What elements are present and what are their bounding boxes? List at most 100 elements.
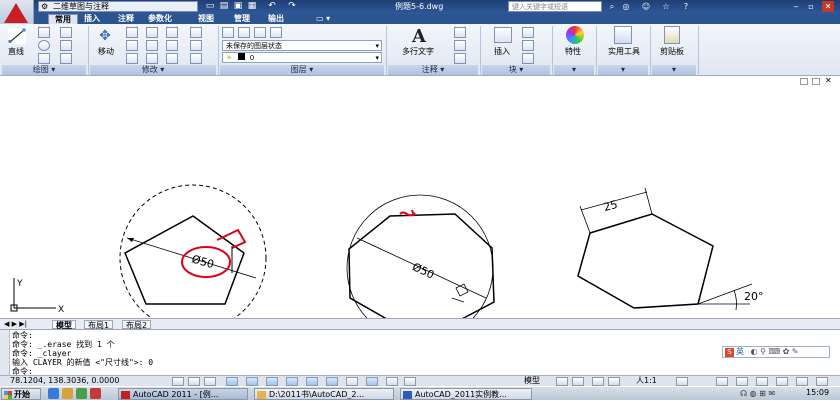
undo-icon[interactable]: ↶: [266, 1, 278, 12]
circle-icon[interactable]: [38, 40, 50, 51]
taskbar-item-folder[interactable]: D:\2011书\AutoCAD_2...: [254, 388, 394, 400]
hatch-icon[interactable]: [60, 40, 72, 51]
tab-layout1[interactable]: 布局1: [84, 320, 114, 330]
tab-manage[interactable]: 管理: [228, 14, 256, 24]
leader-icon[interactable]: [454, 40, 466, 51]
array-icon[interactable]: [166, 53, 178, 64]
edit-block-icon[interactable]: [522, 40, 534, 51]
panel-expand-utilities[interactable]: ▾: [598, 65, 648, 75]
new-file-icon[interactable]: ▭: [204, 1, 216, 12]
lock-icon[interactable]: [736, 377, 748, 386]
layer-state-dropdown[interactable]: 未保存的图层状态 ▾: [222, 40, 382, 51]
viewport-close-icon[interactable]: ✕: [825, 76, 832, 85]
dyn-toggle[interactable]: [326, 377, 338, 386]
panel-label-modify[interactable]: 修改 ▾: [90, 65, 216, 75]
infocenter-icon[interactable]: ◎: [620, 1, 632, 12]
ellipse-icon[interactable]: [60, 53, 72, 64]
search-icon[interactable]: ⌕: [606, 1, 618, 12]
snap-toggle[interactable]: [172, 377, 184, 386]
panel-label-layers[interactable]: 图层 ▾: [220, 65, 384, 75]
layer-dropdown[interactable]: ☀ 0 ▾: [222, 52, 382, 63]
zoom-icon[interactable]: [608, 377, 620, 386]
open-icon[interactable]: ▤: [218, 1, 230, 12]
save-icon[interactable]: ▣: [232, 1, 244, 12]
dimension-icon[interactable]: [454, 27, 466, 38]
scale-icon[interactable]: [146, 53, 158, 64]
ime-toolbar[interactable]: S英 ◐ ⚲ ⌨ ✿ ✎: [722, 346, 830, 358]
table-icon[interactable]: [454, 53, 466, 64]
minimize-icon[interactable]: ‒: [790, 1, 802, 12]
polar-toggle[interactable]: [226, 377, 238, 386]
drawing-canvas[interactable]: Ø50 Ø50 25 20° Y X: [0, 88, 840, 318]
create-block-icon[interactable]: [522, 27, 534, 38]
restore-icon[interactable]: ▫: [805, 1, 817, 12]
search-input[interactable]: 键入关键字或短语: [508, 1, 602, 12]
panel-expand-clipboard[interactable]: ▾: [652, 65, 696, 75]
redo-icon[interactable]: ↷: [286, 1, 298, 12]
lineweight-toggle[interactable]: [346, 377, 358, 386]
ortho-toggle[interactable]: [204, 377, 216, 386]
trim-icon[interactable]: [146, 27, 158, 38]
tab-view[interactable]: 视图: [192, 14, 220, 24]
tab-insert[interactable]: 插入: [78, 14, 106, 24]
explode-icon[interactable]: [166, 40, 178, 51]
block-attribute-icon[interactable]: [522, 53, 534, 64]
hardware-accel-icon[interactable]: [756, 377, 768, 386]
line-tool-icon[interactable]: [8, 28, 26, 44]
quicklaunch-ie-icon[interactable]: [48, 388, 59, 399]
mirror-icon[interactable]: [146, 40, 158, 51]
tab-nav-icon[interactable]: ◀ ▶ ▶|: [4, 320, 27, 328]
panel-label-block[interactable]: 块 ▾: [482, 65, 550, 75]
grid-toggle[interactable]: [188, 377, 200, 386]
quick-view-drawings-icon[interactable]: [572, 377, 584, 386]
tab-layout2[interactable]: 布局2: [122, 320, 152, 330]
user-icon[interactable]: ☺: [640, 1, 652, 12]
quick-view-layouts-icon[interactable]: [556, 377, 568, 386]
text-a-icon[interactable]: A: [412, 26, 426, 47]
erase-icon[interactable]: [166, 27, 178, 38]
fillet-icon[interactable]: [190, 40, 202, 51]
rotate-icon[interactable]: [126, 27, 138, 38]
quicklaunch-app-icon[interactable]: [90, 388, 101, 399]
close-icon[interactable]: ✕: [822, 1, 834, 12]
command-window[interactable]: 命令: 命令: _.erase 找到 1 个 命令: _clayer 输入 CL…: [0, 329, 840, 376]
annotation-scale[interactable]: 人1:1: [636, 376, 657, 386]
workspace-selector[interactable]: ⚙ 二维草图与注释: [38, 1, 198, 12]
viewport-restore-icon[interactable]: [812, 78, 820, 85]
tab-parametric[interactable]: 参数化: [142, 14, 178, 24]
panel-label-annotation[interactable]: 注释 ▾: [388, 65, 478, 75]
tray-icons[interactable]: ☊ ◍ ⊞ ✉: [740, 388, 775, 400]
workspace-switch-icon[interactable]: [716, 377, 728, 386]
sc-toggle[interactable]: [404, 377, 416, 386]
offset-icon[interactable]: [190, 27, 202, 38]
move-icon[interactable]: ✥: [96, 28, 114, 44]
print-icon[interactable]: ▦: [246, 1, 258, 12]
stretch-icon[interactable]: [126, 53, 138, 64]
copy-icon[interactable]: [126, 40, 138, 51]
layer-tool-icon[interactable]: [238, 27, 250, 38]
help-icon[interactable]: ?: [680, 1, 692, 12]
viewport-minimize-icon[interactable]: [800, 78, 808, 85]
layer-tool-icon[interactable]: [254, 27, 266, 38]
quicklaunch-folder-icon[interactable]: [62, 388, 73, 399]
layer-properties-icon[interactable]: [222, 27, 234, 38]
app-menu-button[interactable]: [0, 0, 34, 27]
properties-icon[interactable]: [566, 26, 584, 44]
isolate-icon[interactable]: [776, 377, 788, 386]
utilities-icon[interactable]: [614, 26, 632, 44]
qp-toggle[interactable]: [386, 377, 398, 386]
tab-model[interactable]: 模型: [52, 320, 76, 330]
rectangle-icon[interactable]: [60, 27, 72, 38]
tab-home[interactable]: 常用: [48, 14, 78, 24]
start-button[interactable]: 开始: [1, 388, 41, 400]
pan-icon[interactable]: [592, 377, 604, 386]
tab-output[interactable]: 输出: [262, 14, 290, 24]
3dosnap-toggle[interactable]: [266, 377, 278, 386]
arc-icon[interactable]: [38, 53, 50, 64]
transparency-toggle[interactable]: [366, 377, 378, 386]
osnap-toggle[interactable]: [246, 377, 258, 386]
layer-tool-icon[interactable]: [270, 27, 282, 38]
otrack-toggle[interactable]: [286, 377, 298, 386]
quicklaunch-app-icon[interactable]: [76, 388, 87, 399]
status-menu-icon[interactable]: [796, 377, 808, 386]
